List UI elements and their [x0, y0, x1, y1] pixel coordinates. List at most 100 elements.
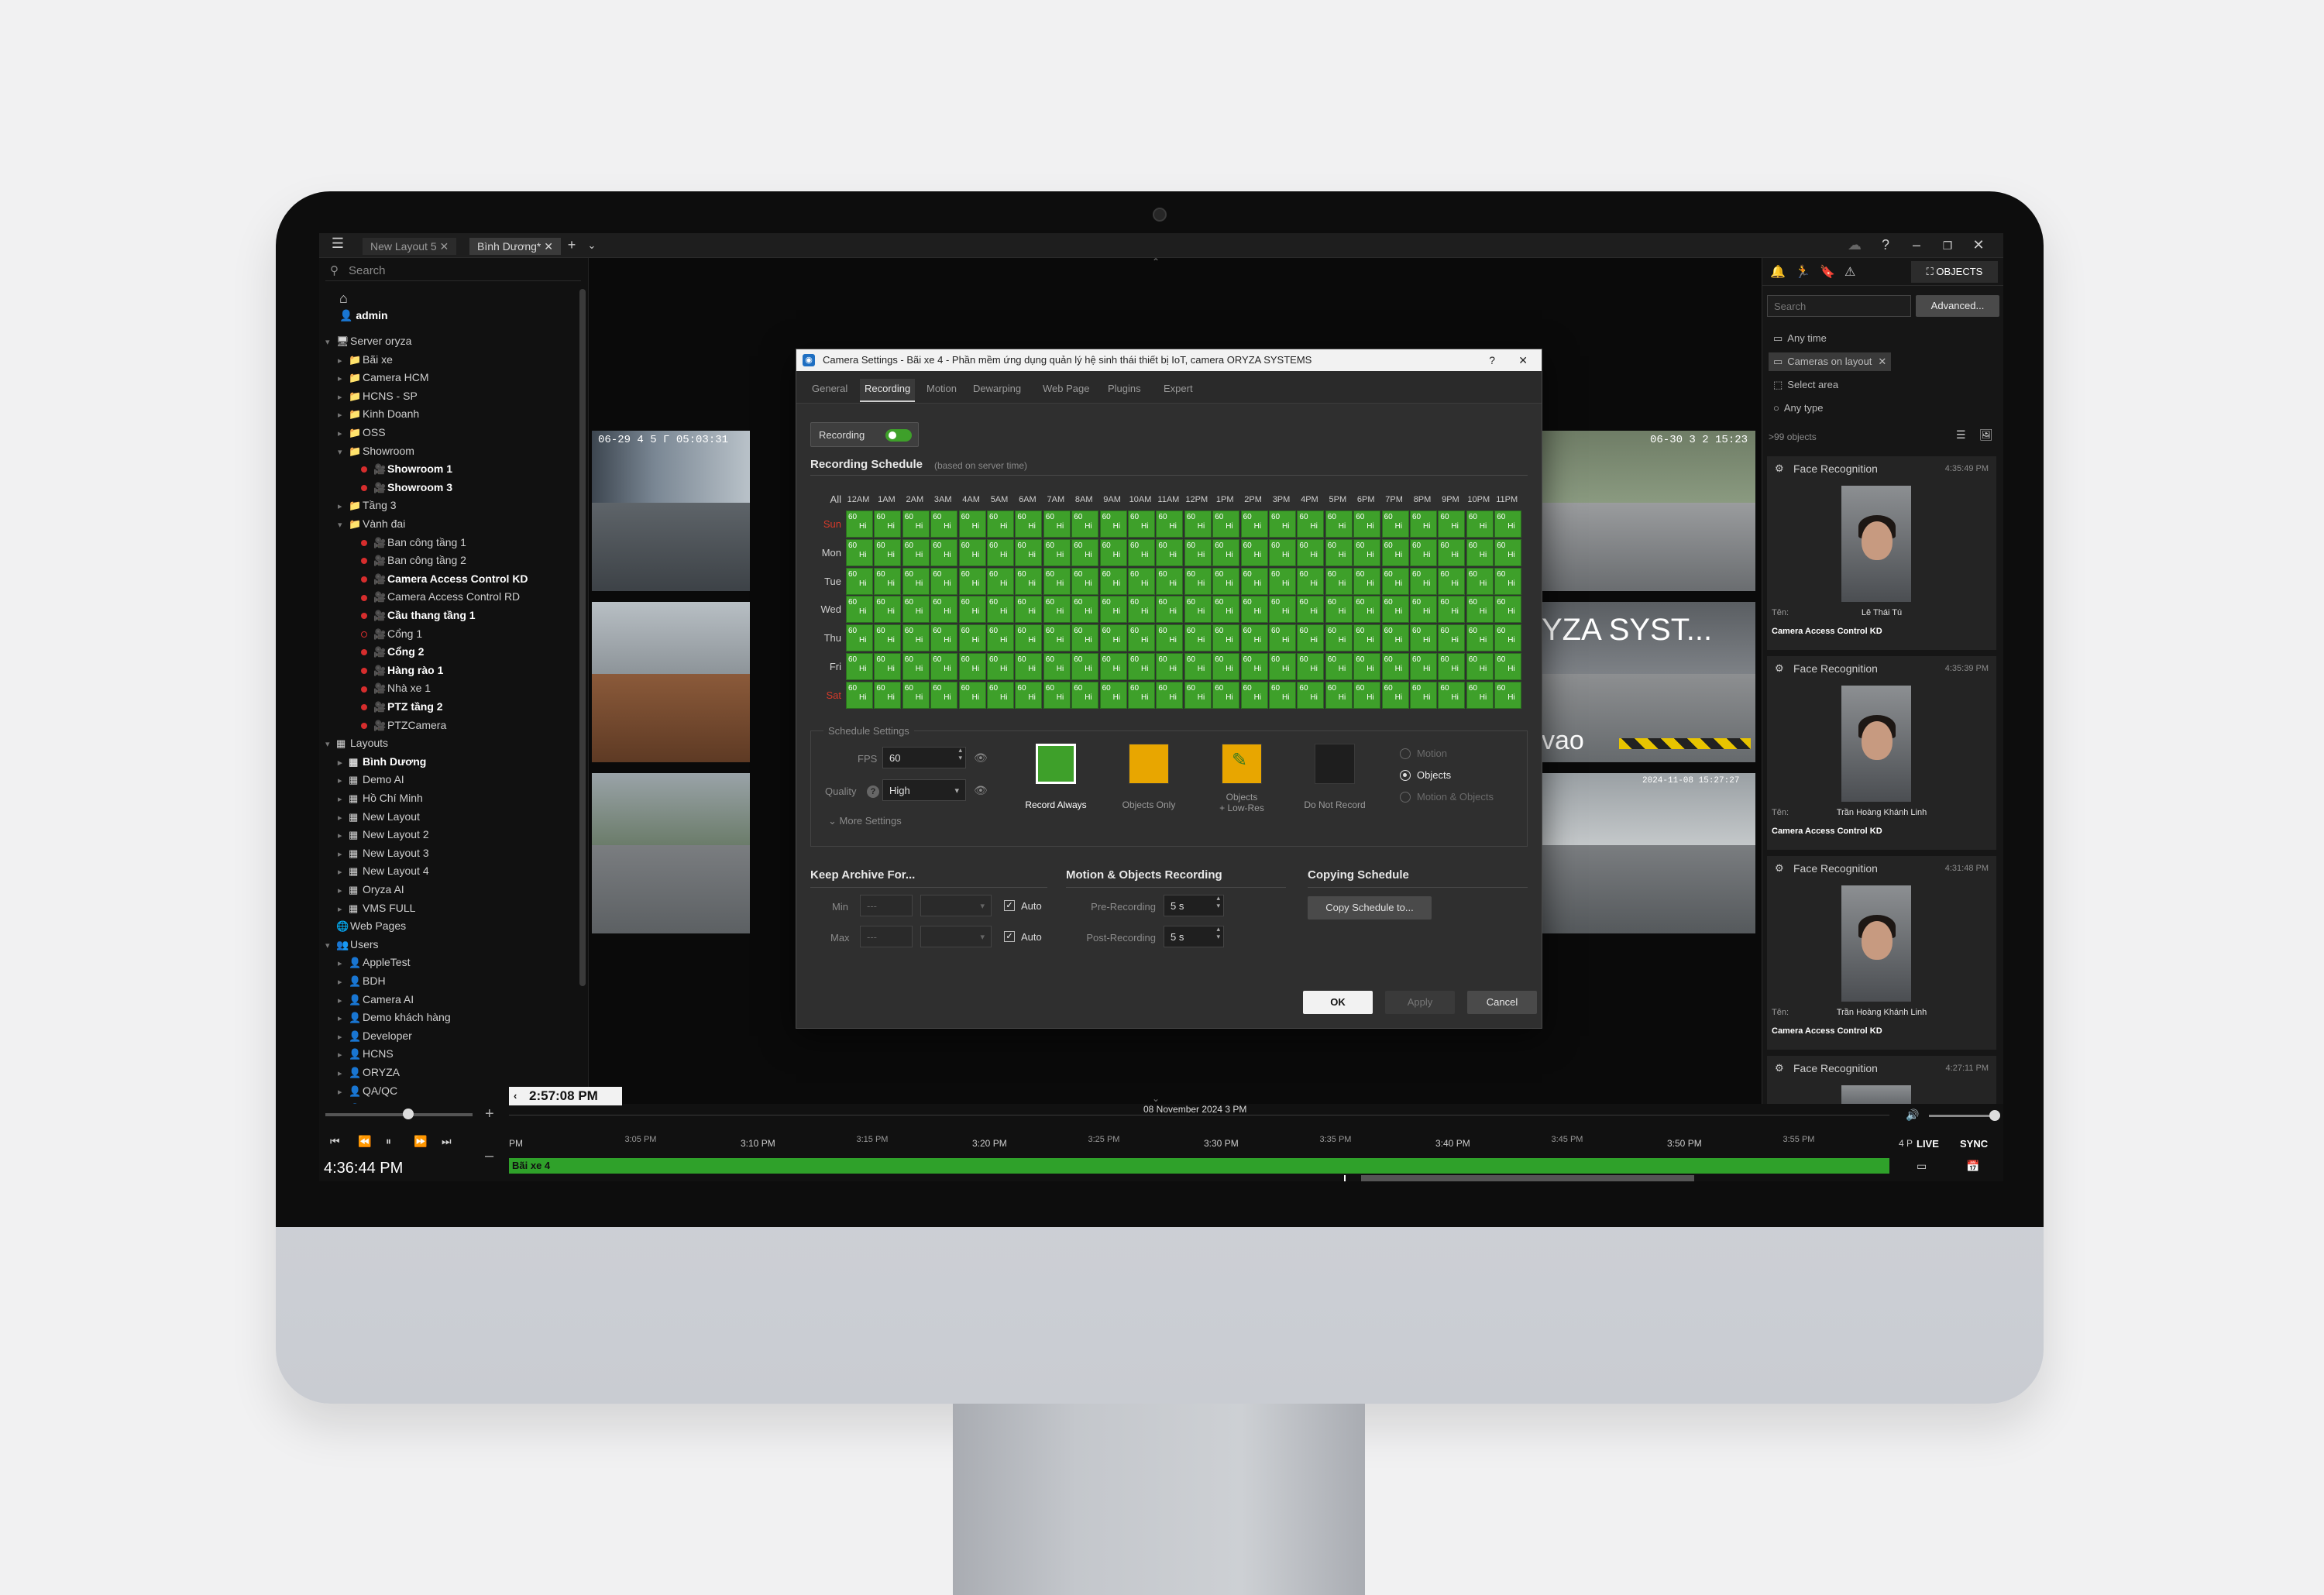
arrow-icon[interactable]: ▸ [338, 389, 349, 406]
gear-icon[interactable]: ⚙ [1775, 462, 1784, 475]
tab-motion[interactable]: Motion [922, 379, 961, 402]
tree-item[interactable]: 🎥 Showroom 3 [350, 479, 452, 496]
schedule-cell[interactable]: 60 Hi [846, 510, 873, 538]
tree-item[interactable]: ▸ ▦ New Layout 3 [338, 844, 429, 861]
schedule-cell[interactable]: 60 Hi [1212, 596, 1240, 624]
schedule-cell[interactable]: 60 Hi [1071, 681, 1099, 709]
tab-general[interactable]: General [807, 379, 852, 402]
schedule-cell[interactable]: 60 Hi [1128, 653, 1155, 680]
schedule-cell[interactable]: 60 Hi [1043, 653, 1071, 680]
schedule-cell[interactable]: 60 Hi [1353, 567, 1381, 595]
arrow-icon[interactable]: ▸ [338, 407, 349, 424]
schedule-cell[interactable]: 60 Hi [902, 567, 930, 595]
schedule-cell[interactable]: 60 Hi [1494, 596, 1522, 624]
schedule-cell[interactable]: 60 Hi [1212, 567, 1240, 595]
hour-label[interactable]: 7PM [1380, 495, 1408, 504]
schedule-cell[interactable]: 60 Hi [1015, 510, 1043, 538]
schedule-cell[interactable]: 60 Hi [1410, 596, 1437, 624]
tree-item[interactable]: 🎥 Camera Access Control RD [350, 588, 520, 605]
max-unit-select[interactable]: ▾ [920, 926, 992, 947]
skip-start-icon[interactable]: ⏮ [330, 1135, 340, 1148]
tree-item[interactable]: 🌐 Web Pages [325, 917, 406, 934]
object-card[interactable]: ⚙ Face Recognition 4:31:48 PM Tên: Trần Hoàn… [1767, 856, 1996, 1050]
arrow-icon[interactable]: ▸ [338, 370, 349, 387]
arrow-icon[interactable]: ▸ [338, 992, 349, 1009]
schedule-cell[interactable]: 60 Hi [1156, 567, 1184, 595]
schedule-cell[interactable]: 60 Hi [1099, 538, 1127, 566]
objects-search-input[interactable]: Search [1767, 295, 1911, 317]
schedule-cell[interactable]: 60 Hi [1353, 653, 1381, 680]
tree-item[interactable]: ▸ ▦ VMS FULL [338, 899, 415, 916]
tree-item[interactable]: 🎥 Ban công tầng 2 [350, 552, 466, 569]
schedule-cell[interactable]: 60 Hi [1325, 538, 1353, 566]
playhead[interactable] [1344, 1175, 1346, 1181]
object-card[interactable]: ⚙ Face Recognition 4:35:49 PM Tên: Lê Thái T… [1767, 456, 1996, 650]
tree-item[interactable]: ▾ 🖥Server oryza [325, 332, 411, 349]
schedule-cell[interactable]: 60 Hi [1184, 624, 1212, 652]
tree-item[interactable]: ▸ 👤 BDH [338, 972, 386, 989]
arrow-icon[interactable]: ▸ [338, 791, 349, 808]
hour-label[interactable]: 4AM [957, 495, 985, 504]
schedule-cell[interactable]: 60 Hi [930, 596, 958, 624]
schedule-cell[interactable]: 60 Hi [1071, 567, 1099, 595]
tree-item[interactable]: 🎥 Showroom 1 [350, 460, 452, 477]
tree-item[interactable]: ▸ ▦ Hồ Chí Minh [338, 789, 423, 806]
schedule-cell[interactable]: 60 Hi [1494, 538, 1522, 566]
tree-item[interactable]: ▾ 👥 Users [325, 936, 379, 953]
arrow-icon[interactable]: ▸ [338, 864, 349, 881]
main-menu-icon[interactable]: ☰ [328, 235, 347, 252]
tree-item[interactable]: ▸ 📁 Tầng 3 [338, 497, 397, 514]
tree-item[interactable]: 🎥 Cổng 1 [350, 625, 422, 642]
schedule-cell[interactable]: 60 Hi [1466, 510, 1494, 538]
schedule-cell[interactable]: 60 Hi [1099, 596, 1127, 624]
stepper-icon[interactable]: ▴ ▾ [1216, 894, 1220, 909]
schedule-cell[interactable]: 60 Hi [1466, 653, 1494, 680]
schedule-cell[interactable]: 60 Hi [874, 681, 902, 709]
schedule-cell[interactable]: 60 Hi [874, 596, 902, 624]
tree-item[interactable]: ▸ 👤 AppleTest [338, 954, 410, 971]
schedule-cell[interactable]: 60 Hi [958, 567, 986, 595]
arrow-icon[interactable]: ▾ [325, 334, 336, 351]
zoom-out-icon[interactable]: – [485, 1147, 493, 1165]
schedule-cell[interactable]: 60 Hi [1099, 653, 1127, 680]
record-mode-swatch[interactable] [1036, 744, 1076, 784]
eye-icon[interactable]: 👁 [974, 784, 988, 797]
schedule-cell[interactable]: 60 Hi [930, 510, 958, 538]
schedule-cell[interactable]: 60 Hi [846, 538, 873, 566]
camera-tile[interactable]: 2024-11-08 15:27:27 [1542, 773, 1755, 933]
schedule-cell[interactable]: 60 Hi [1438, 596, 1466, 624]
arrow-icon[interactable]: ▸ [338, 1029, 349, 1046]
search-input[interactable]: ⚲ Search [325, 261, 581, 281]
close-icon[interactable]: ✕ [1878, 356, 1886, 367]
schedule-cell[interactable]: 60 Hi [1325, 567, 1353, 595]
record-mode-swatch[interactable]: ✎ [1222, 744, 1262, 784]
schedule-cell[interactable]: 60 Hi [1015, 653, 1043, 680]
schedule-cell[interactable]: 60 Hi [1325, 681, 1353, 709]
arrow-icon[interactable]: ▸ [338, 498, 349, 515]
schedule-cell[interactable]: 60 Hi [874, 510, 902, 538]
tree-item[interactable]: ▸ ▦ New Layout [338, 808, 420, 825]
copy-schedule-button[interactable]: Copy Schedule to... [1308, 896, 1432, 920]
schedule-cell[interactable]: 60 Hi [1212, 510, 1240, 538]
ok-button[interactable]: OK [1303, 991, 1373, 1014]
schedule-cell[interactable]: 60 Hi [1353, 681, 1381, 709]
hour-label[interactable]: 11PM [1493, 495, 1521, 504]
schedule-cell[interactable]: 60 Hi [1410, 624, 1437, 652]
schedule-cell[interactable]: 60 Hi [930, 653, 958, 680]
schedule-cell[interactable]: 60 Hi [1184, 653, 1212, 680]
arrow-icon[interactable]: ▸ [338, 425, 349, 442]
restore-icon[interactable]: ❐ [1938, 239, 1957, 253]
tree-item[interactable]: ▸ 📁 Bãi xe [338, 351, 393, 368]
arrow-icon[interactable]: ▾ [325, 937, 336, 954]
schedule-cell[interactable]: 60 Hi [958, 681, 986, 709]
live-button[interactable]: LIVE [1917, 1138, 1939, 1150]
object-card[interactable]: ⚙ Face Recognition 4:35:39 PM Tên: Trần Hoàn… [1767, 656, 1996, 850]
schedule-cell[interactable]: 60 Hi [930, 538, 958, 566]
schedule-cell[interactable]: 60 Hi [902, 681, 930, 709]
schedule-cell[interactable]: 60 Hi [958, 510, 986, 538]
schedule-cell[interactable]: 60 Hi [1043, 510, 1071, 538]
face-snapshot[interactable] [1841, 486, 1911, 602]
day-label[interactable]: Sat [810, 689, 841, 701]
schedule-cell[interactable]: 60 Hi [1381, 596, 1409, 624]
tree-item[interactable]: ▸ ▦ Oryza AI [338, 881, 404, 898]
